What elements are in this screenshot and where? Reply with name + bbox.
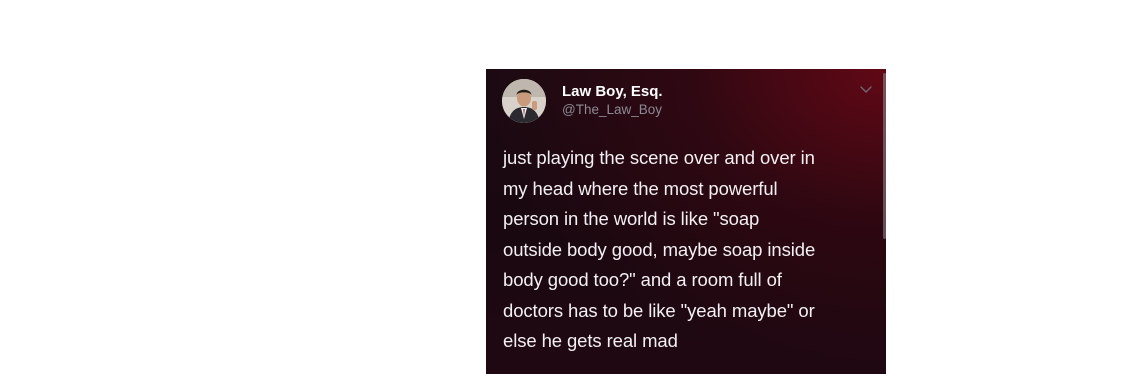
tweet-card[interactable]: Law Boy, Esq. @The_Law_Boy just playing …: [486, 69, 886, 374]
avatar-photo-icon: [502, 79, 546, 123]
author-names: Law Boy, Esq. @The_Law_Boy: [562, 83, 663, 118]
avatar[interactable]: [502, 79, 546, 123]
user-handle[interactable]: @The_Law_Boy: [562, 102, 663, 118]
tweet-header: Law Boy, Esq. @The_Law_Boy: [502, 75, 663, 127]
tweet-text: just playing the scene over and over in …: [503, 147, 816, 351]
display-name[interactable]: Law Boy, Esq.: [562, 83, 663, 101]
chevron-down-icon[interactable]: [858, 81, 874, 97]
scrollbar[interactable]: [883, 73, 886, 239]
